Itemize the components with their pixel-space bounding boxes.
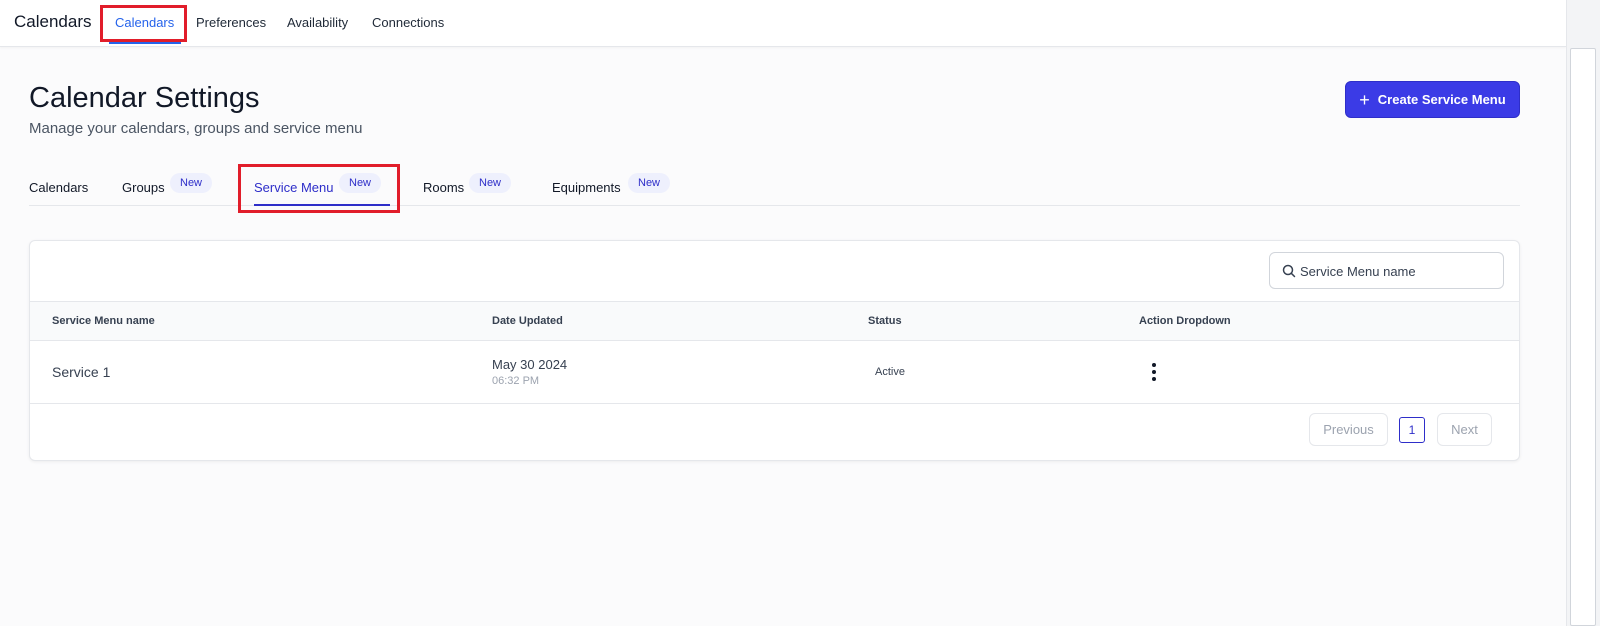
rooms-new-badge: New: [469, 173, 512, 193]
search-box[interactable]: [1269, 252, 1504, 289]
search-input[interactable]: [1300, 261, 1495, 281]
topnav-item-connections[interactable]: Connections: [372, 15, 444, 30]
table-row[interactable]: Service 1 May 30 2024 06:32 PM Active: [30, 341, 1519, 404]
top-nav-bar: Calendars Calendars Preferences Availabi…: [0, 0, 1566, 47]
scrollbar-thumb[interactable]: [1570, 48, 1596, 626]
column-header-action-dropdown: Action Dropdown: [1139, 315, 1231, 327]
highlight-box-service-menu-tab: [238, 164, 400, 213]
date-updated-cell: May 30 2024: [492, 357, 568, 372]
status-cell: Active: [875, 366, 905, 378]
previous-page-button[interactable]: Previous: [1309, 413, 1388, 446]
column-header-name[interactable]: Service Menu name: [52, 315, 155, 327]
equipments-new-badge: New: [628, 173, 671, 193]
tab-calendars[interactable]: Calendars: [29, 180, 88, 195]
search-icon: [1282, 264, 1296, 278]
app-title: Calendars: [14, 12, 92, 31]
column-header-date-updated[interactable]: Date Updated: [492, 315, 563, 327]
create-service-menu-button[interactable]: + Create Service Menu: [1345, 81, 1520, 118]
page-title: Calendar Settings: [29, 82, 260, 114]
page-number-button[interactable]: 1: [1399, 417, 1425, 443]
time-updated-cell: 06:32 PM: [492, 375, 540, 387]
create-service-menu-label: Create Service Menu: [1377, 92, 1506, 107]
service-menu-table-card: Service Menu name Date Updated Status Ac…: [29, 240, 1520, 461]
column-header-status[interactable]: Status: [868, 315, 902, 327]
more-actions-icon[interactable]: [1145, 361, 1163, 383]
topnav-item-preferences[interactable]: Preferences: [196, 15, 266, 30]
groups-new-badge: New: [170, 173, 213, 193]
table-header: Service Menu name Date Updated Status Ac…: [30, 301, 1519, 341]
page-subtitle: Manage your calendars, groups and servic…: [29, 120, 363, 137]
next-page-button[interactable]: Next: [1437, 413, 1492, 446]
service-name-cell[interactable]: Service 1: [52, 364, 110, 380]
tab-rooms[interactable]: Rooms: [423, 180, 464, 195]
highlight-box-calendars-nav: [100, 5, 187, 42]
topnav-item-availability[interactable]: Availability: [287, 15, 348, 30]
plus-icon: +: [1359, 89, 1370, 110]
tab-equipments[interactable]: Equipments: [552, 180, 621, 195]
tab-groups[interactable]: Groups: [122, 180, 165, 195]
